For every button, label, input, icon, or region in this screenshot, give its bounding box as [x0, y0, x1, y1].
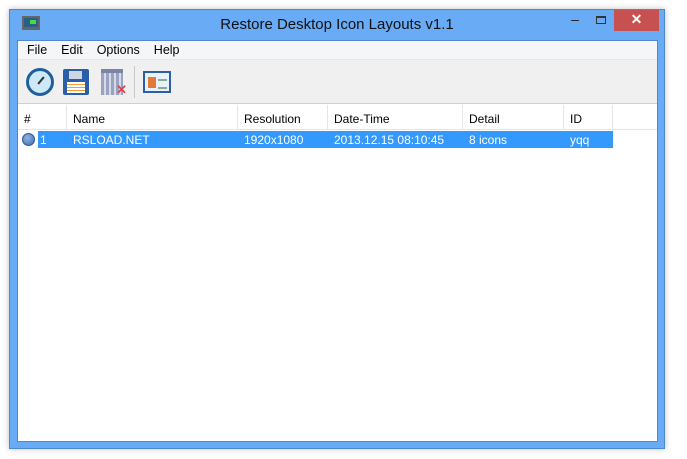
save-layout-button[interactable]	[58, 64, 94, 100]
column-header-date-time[interactable]: Date-Time	[328, 105, 463, 130]
close-button[interactable]: ✕	[614, 10, 659, 31]
toolbar-separator	[134, 65, 135, 98]
menu-help[interactable]: Help	[147, 41, 187, 59]
id-card-icon	[143, 70, 171, 93]
app-window: Restore Desktop Icon Layouts v1.1 ‒ ✕ Fi…	[9, 9, 665, 449]
menu-options[interactable]: Options	[90, 41, 147, 59]
row-name: RSLOAD.NET	[67, 131, 238, 148]
list-header: # Name Resolution Date-Time Detail ID	[18, 105, 657, 130]
maximize-icon	[596, 16, 606, 24]
row-number: 1	[38, 131, 67, 148]
circle-item-icon	[22, 133, 35, 146]
menu-file[interactable]: File	[20, 41, 54, 59]
list-row[interactable]: 1 RSLOAD.NET 1920x1080 2013.12.15 08:10:…	[18, 131, 657, 148]
column-header-resolution[interactable]: Resolution	[238, 105, 328, 130]
column-header-id[interactable]: ID	[564, 105, 613, 130]
column-header-name[interactable]: Name	[67, 105, 238, 130]
row-id: yqq	[564, 131, 613, 148]
restore-layout-button[interactable]	[22, 64, 58, 100]
row-resolution: 1920x1080	[238, 131, 328, 148]
trash-delete-icon	[101, 68, 127, 98]
row-number-cell: 1	[18, 131, 67, 148]
floppy-disk-icon	[63, 68, 89, 95]
row-date-time: 2013.12.15 08:10:45	[328, 131, 463, 148]
toolbar	[18, 60, 657, 104]
properties-button[interactable]	[139, 64, 175, 100]
maximize-button[interactable]	[588, 10, 614, 31]
menu-edit[interactable]: Edit	[54, 41, 90, 59]
row-detail: 8 icons	[463, 131, 564, 148]
client-area: File Edit Options Help # Name Resolution…	[17, 40, 658, 442]
clock-restore-icon	[26, 67, 54, 96]
layouts-list[interactable]: # Name Resolution Date-Time Detail ID 1 …	[18, 105, 657, 441]
column-header-number[interactable]: #	[18, 105, 67, 130]
column-header-detail[interactable]: Detail	[463, 105, 564, 130]
minimize-button[interactable]: ‒	[562, 10, 588, 31]
menu-bar: File Edit Options Help	[18, 41, 657, 60]
delete-layout-button[interactable]	[94, 64, 130, 100]
